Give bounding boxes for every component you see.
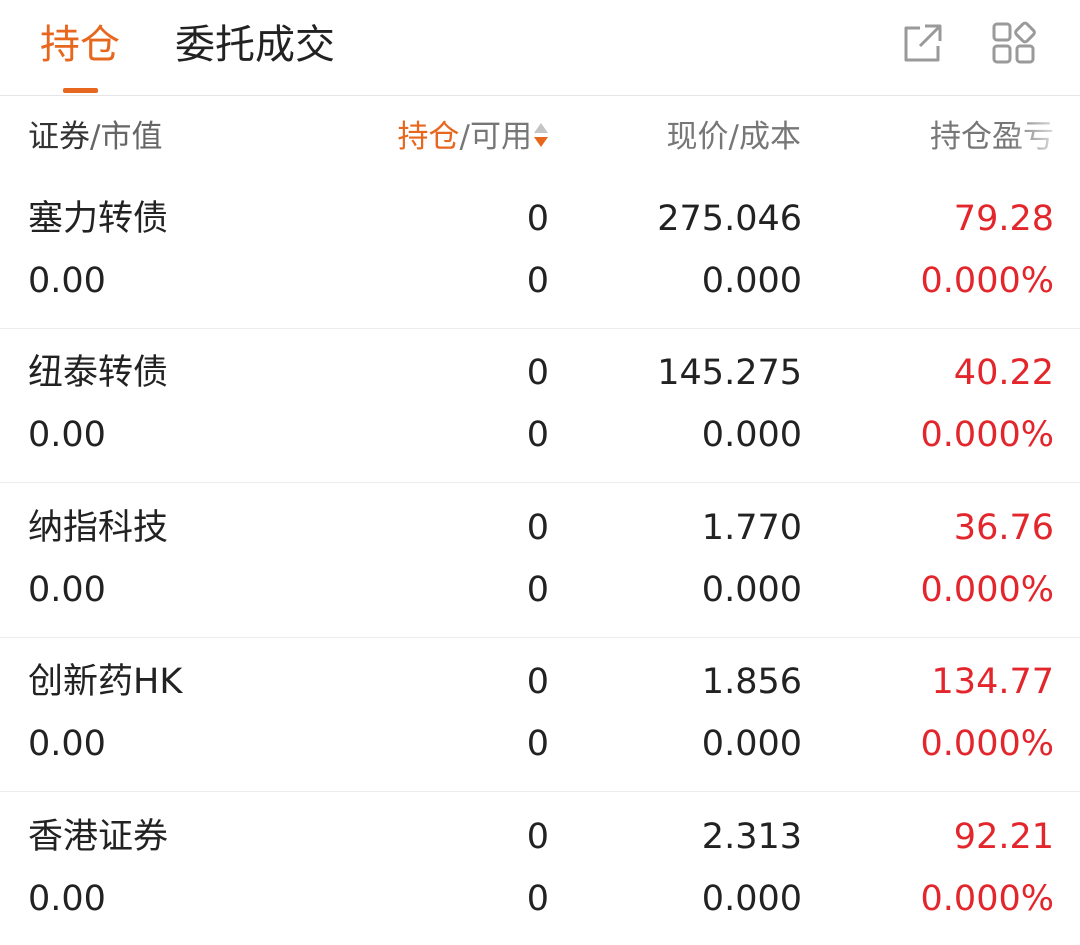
- security-name: 塞力转债: [28, 199, 169, 239]
- table-row[interactable]: 香港证券 0.00 0 0 2.313 0.000 92.21 0.000%: [0, 793, 1080, 945]
- cost-price: 0.000: [701, 261, 802, 301]
- cost-price: 0.000: [701, 724, 802, 764]
- position-pnl-percent: 0.000%: [920, 261, 1054, 301]
- sort-icon: [534, 121, 548, 151]
- column-header-position-label: 持仓: [397, 119, 460, 155]
- market-value: 0.00: [28, 879, 106, 919]
- current-price: 2.313: [701, 817, 802, 857]
- cost-price: 0.000: [701, 415, 802, 455]
- column-header-price-cost: 现价/成本: [666, 119, 801, 155]
- cost-price: 0.000: [701, 879, 802, 919]
- table-row[interactable]: 创新药HK 0.00 0 0 1.856 0.000 134.77 0.000%: [0, 638, 1080, 792]
- position-qty: 0: [526, 662, 549, 702]
- security-name: 纽泰转债: [28, 353, 169, 393]
- security-name: 创新药HK: [28, 662, 183, 702]
- position-pnl-percent: 0.000%: [920, 724, 1054, 764]
- position-qty: 0: [526, 508, 549, 548]
- tab-positions[interactable]: 持仓: [40, 18, 120, 72]
- header-fade-overlay: [1010, 112, 1080, 162]
- position-qty: 0: [526, 199, 549, 239]
- market-value: 0.00: [28, 724, 106, 764]
- column-header-position[interactable]: 持仓/可用: [398, 112, 548, 162]
- table-row[interactable]: 纳指科技 0.00 0 0 1.770 0.000 36.76 0.000%: [0, 484, 1080, 638]
- positions-page: 持仓 委托成交 证券/市值 持仓/可用 现价/成本 持仓盈亏 塞力转债 0.00…: [0, 0, 1080, 945]
- available-qty: 0: [526, 415, 549, 455]
- column-header-security: 证券/市值: [28, 112, 162, 162]
- tab-orders-trades[interactable]: 委托成交: [175, 18, 335, 72]
- position-pnl: 36.76: [953, 508, 1054, 548]
- active-tab-indicator: [63, 88, 98, 93]
- tab-bar: 持仓 委托成交: [0, 0, 1080, 96]
- column-header-market-value-label: /市值: [90, 119, 163, 155]
- current-price: 145.275: [657, 353, 802, 393]
- column-header-available-label: /可用: [459, 119, 532, 155]
- current-price: 275.046: [657, 199, 802, 239]
- available-qty: 0: [526, 261, 549, 301]
- position-pnl: 40.22: [953, 353, 1054, 393]
- row-divider: [0, 791, 1080, 792]
- position-pnl-percent: 0.000%: [920, 879, 1054, 919]
- current-price: 1.856: [701, 662, 802, 702]
- position-pnl: 92.21: [953, 817, 1054, 857]
- available-qty: 0: [526, 570, 549, 610]
- market-value: 0.00: [28, 570, 106, 610]
- position-pnl: 79.28: [953, 199, 1054, 239]
- security-name: 纳指科技: [28, 508, 169, 548]
- position-pnl: 134.77: [931, 662, 1054, 702]
- position-qty: 0: [526, 817, 549, 857]
- table-row[interactable]: 塞力转债 0.00 0 0 275.046 0.000 79.28 0.000%: [0, 175, 1080, 329]
- column-header-security-label: 证券: [28, 119, 90, 155]
- grid-icon[interactable]: [989, 18, 1039, 68]
- table-row[interactable]: 纽泰转债 0.00 0 0 145.275 0.000 40.22 0.000%: [0, 329, 1080, 483]
- position-pnl-percent: 0.000%: [920, 415, 1054, 455]
- cost-price: 0.000: [701, 570, 802, 610]
- position-qty: 0: [526, 353, 549, 393]
- row-divider: [0, 482, 1080, 483]
- current-price: 1.770: [701, 508, 802, 548]
- external-link-icon[interactable]: [898, 18, 948, 68]
- market-value: 0.00: [28, 261, 106, 301]
- market-value: 0.00: [28, 415, 106, 455]
- available-qty: 0: [526, 724, 549, 764]
- available-qty: 0: [526, 879, 549, 919]
- position-pnl-percent: 0.000%: [920, 570, 1054, 610]
- security-name: 香港证券: [28, 817, 169, 857]
